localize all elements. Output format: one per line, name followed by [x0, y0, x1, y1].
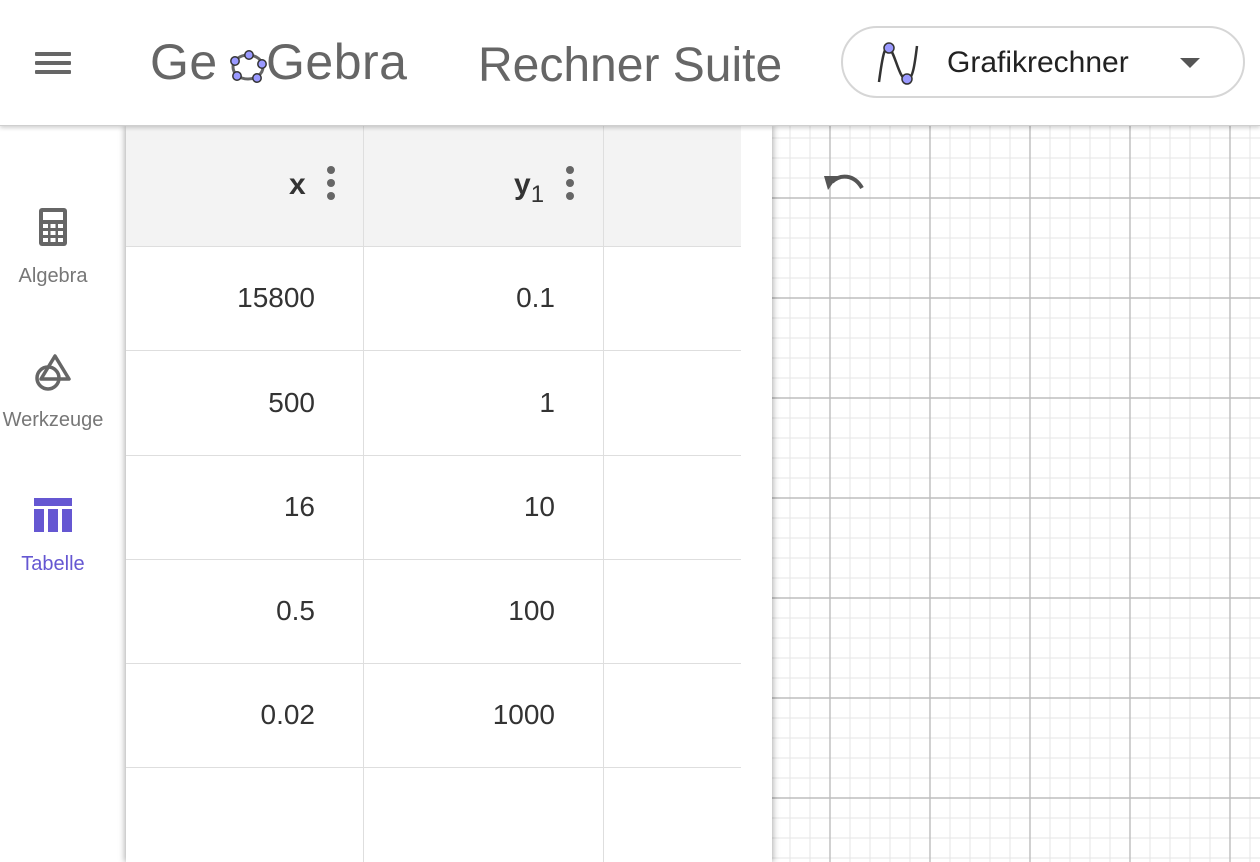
caret-down-icon — [1180, 58, 1200, 68]
column-header-x-label: x — [289, 168, 306, 201]
table-header-row: x y1 — [126, 126, 741, 247]
undo-icon[interactable] — [818, 162, 874, 206]
nav-label-algebra: Algebra — [18, 265, 88, 287]
table-of-values-panel: x y1 15800 0.1 500 1 16 10 0.5 100 0.02 … — [126, 126, 772, 862]
table-cell-y1[interactable]: 0.1 — [364, 247, 604, 350]
table-row: 0.5 100 — [126, 560, 741, 664]
column-header-y-subscript: 1 — [530, 181, 545, 208]
nav-label-tabelle: Tabelle — [21, 553, 85, 575]
table-row-empty — [126, 768, 741, 862]
cell-value: 1 — [539, 387, 555, 418]
nav-label-werkzeuge: Werkzeuge — [2, 409, 104, 431]
cell-value: 15800 — [237, 282, 315, 313]
table-cell-empty[interactable] — [604, 768, 741, 862]
app-header: Ge Gebra Rechner Suite Grafikrechner — [0, 0, 1260, 126]
table-row: 500 1 — [126, 351, 741, 456]
cell-value: 0.1 — [516, 282, 555, 313]
app-switcher-label: Grafikrechner — [947, 46, 1129, 79]
nav-item-tabelle[interactable]: Tabelle — [0, 494, 106, 604]
table-row: 16 10 — [126, 456, 741, 560]
coordinate-grid — [772, 126, 1260, 862]
column-header-y1: y1 — [364, 126, 604, 246]
column-x-menu-icon[interactable] — [325, 166, 337, 200]
table-cell-y1[interactable]: 10 — [364, 456, 604, 559]
cell-value: 10 — [523, 491, 555, 522]
table-cell-empty[interactable] — [604, 664, 741, 767]
graphics-view[interactable] — [772, 126, 1260, 862]
suite-title: Rechner Suite — [478, 39, 783, 92]
cell-value: 16 — [283, 491, 315, 522]
table-cell-x[interactable]: 0.02 — [126, 664, 364, 767]
shapes-tools-icon — [35, 354, 71, 391]
column-y1-menu-icon[interactable] — [564, 166, 576, 200]
table-cell-x[interactable]: 500 — [126, 351, 364, 455]
cell-value: 100 — [508, 595, 555, 626]
table-cell-x[interactable]: 0.5 — [126, 560, 364, 663]
cell-value: 500 — [268, 387, 315, 418]
nav-item-algebra[interactable]: Algebra — [0, 206, 106, 316]
table-cell-x[interactable]: 16 — [126, 456, 364, 559]
table-cell-y1[interactable]: 100 — [364, 560, 604, 663]
table-cell-empty[interactable] — [604, 560, 741, 663]
column-header-y1-label: y1 — [514, 168, 544, 212]
table-row: 0.02 1000 — [126, 664, 741, 768]
table-cell-x[interactable]: 15800 — [126, 247, 364, 350]
logo-text-right: Gebra — [266, 34, 408, 90]
table-cell-empty[interactable] — [604, 351, 741, 455]
cell-value: 0.02 — [260, 699, 316, 730]
table-row: 15800 0.1 — [126, 247, 741, 351]
logo-text-left: Ge — [150, 34, 218, 90]
side-navigation: Algebra Werkzeuge Tabelle — [0, 126, 106, 862]
table-cell-x[interactable] — [126, 768, 364, 862]
column-header-x: x — [126, 126, 364, 246]
cell-value: 0.5 — [276, 595, 315, 626]
table-cell-empty[interactable] — [604, 247, 741, 350]
calculator-icon — [39, 208, 67, 246]
table-cell-y1[interactable] — [364, 768, 604, 862]
table-cell-y1[interactable]: 1000 — [364, 664, 604, 767]
table-icon — [34, 498, 72, 532]
app-switcher-dropdown[interactable]: Grafikrechner — [841, 26, 1245, 98]
table-cell-empty[interactable] — [604, 456, 741, 559]
graphing-function-icon — [877, 42, 919, 85]
cell-value: 1000 — [492, 699, 555, 730]
nav-item-werkzeuge[interactable]: Werkzeuge — [0, 350, 106, 460]
table-cell-y1[interactable]: 1 — [364, 351, 604, 455]
column-header-y-label: y — [514, 168, 531, 201]
column-header-empty[interactable] — [604, 126, 741, 246]
hamburger-menu-icon[interactable] — [30, 44, 76, 82]
